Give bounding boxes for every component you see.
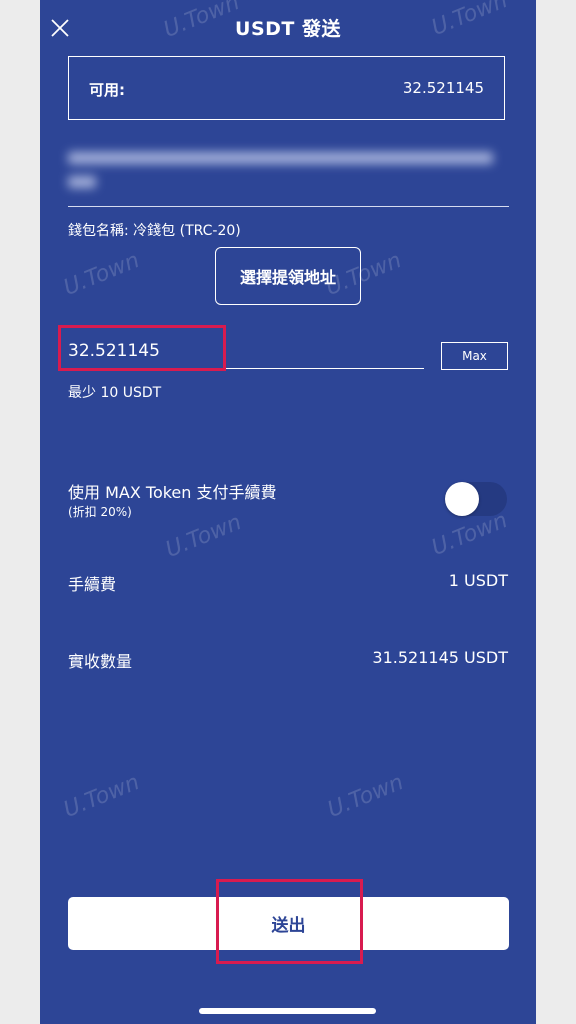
max-token-fee-label: 使用 MAX Token 支付手續費 xyxy=(68,483,277,502)
minimum-amount-text: 最少 10 USDT xyxy=(68,385,162,401)
watermark: U.Town xyxy=(324,770,408,823)
available-label: 可用: xyxy=(89,81,125,99)
max-token-discount: (折扣 20%) xyxy=(68,505,132,519)
watermark: U.Town xyxy=(162,510,246,563)
max-token-toggle[interactable] xyxy=(445,482,507,516)
toggle-knob xyxy=(445,482,479,516)
home-indicator[interactable] xyxy=(199,1008,376,1014)
max-button[interactable]: Max xyxy=(441,342,508,370)
blurred-address-field[interactable] xyxy=(68,146,493,194)
send-button[interactable]: 送出 xyxy=(68,897,509,950)
choose-withdraw-address-button[interactable]: 選擇提領地址 xyxy=(215,247,361,305)
page-title: USDT 發送 xyxy=(235,18,341,40)
watermark: U.Town xyxy=(60,248,144,301)
fee-value: 1 USDT xyxy=(448,571,508,590)
watermark: U.Town xyxy=(428,508,512,561)
fee-label: 手續費 xyxy=(68,575,117,594)
send-screen: U.Town U.Town U.Town U.Town U.Town U.Tow… xyxy=(40,0,536,1024)
amount-input[interactable] xyxy=(68,334,424,369)
receive-amount-value: 31.521145 USDT xyxy=(372,648,508,667)
available-value: 32.521145 xyxy=(402,79,484,97)
available-balance-box: 可用: 32.521145 xyxy=(68,56,505,120)
address-underline xyxy=(68,206,509,207)
receive-amount-label: 實收數量 xyxy=(68,652,133,671)
watermark: U.Town xyxy=(60,770,144,823)
wallet-name: 錢包名稱: 冷錢包 (TRC-20) xyxy=(68,223,241,239)
